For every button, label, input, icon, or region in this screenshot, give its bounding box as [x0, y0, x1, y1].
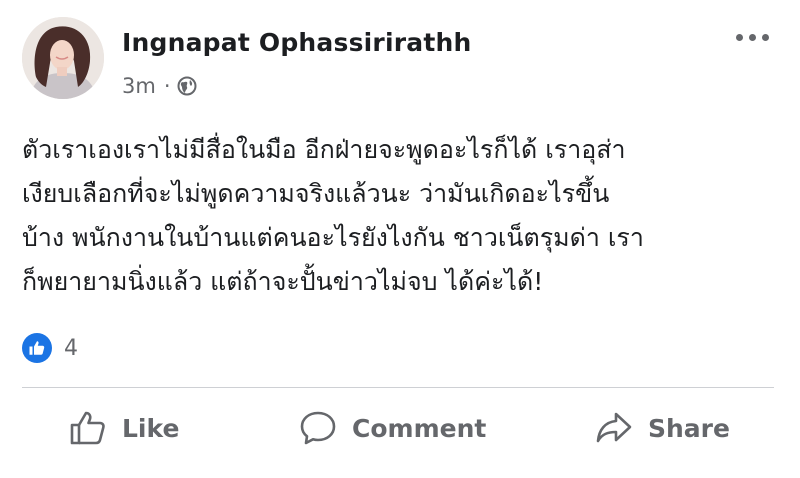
post-text-line: บ้าง พนักงานในบ้านแต่คนอะไรยังไงกัน ชาวเ…: [22, 223, 644, 252]
more-options-icon[interactable]: [736, 34, 769, 41]
post-text-line: เงียบเลือกที่จะไม่พูดความจริงแล้วนะ ว่าม…: [22, 179, 610, 208]
like-reaction-icon: [22, 333, 52, 363]
post-author[interactable]: Ingnapat Ophassirirathh: [122, 28, 471, 57]
facebook-post: Ingnapat Ophassirirathh 3m · ตัวเราเองเร…: [0, 0, 800, 478]
post-meta: 3m ·: [122, 74, 197, 98]
share-button[interactable]: Share: [594, 408, 730, 448]
post-time[interactable]: 3m: [122, 74, 156, 98]
divider: [22, 387, 774, 388]
reaction-count: 4: [64, 335, 78, 361]
action-bar: Like Comment Share: [22, 408, 782, 458]
globe-icon[interactable]: [177, 76, 197, 96]
post-text-line: ก็พยายามนิ่งแล้ว แต่ถ้าจะปั้นข่าวไม่จบ ไ…: [22, 267, 544, 296]
thumbs-up-icon: [70, 411, 105, 445]
comment-button[interactable]: Comment: [298, 408, 486, 448]
share-arrow-icon: [596, 412, 632, 443]
reaction-summary[interactable]: 4: [22, 333, 78, 363]
comment-icon: [300, 411, 336, 445]
post-text-line: ตัวเราเองเราไม่มีสื่อในมือ อีกฝ่ายจะพูดอ…: [22, 135, 626, 164]
like-button[interactable]: Like: [68, 408, 179, 448]
meta-separator: ·: [163, 74, 171, 98]
post-text: ตัวเราเองเราไม่มีสื่อในมือ อีกฝ่ายจะพูดอ…: [22, 128, 782, 304]
share-label: Share: [648, 413, 730, 443]
like-label: Like: [122, 413, 180, 443]
comment-label: Comment: [352, 413, 487, 443]
avatar[interactable]: [22, 17, 104, 99]
